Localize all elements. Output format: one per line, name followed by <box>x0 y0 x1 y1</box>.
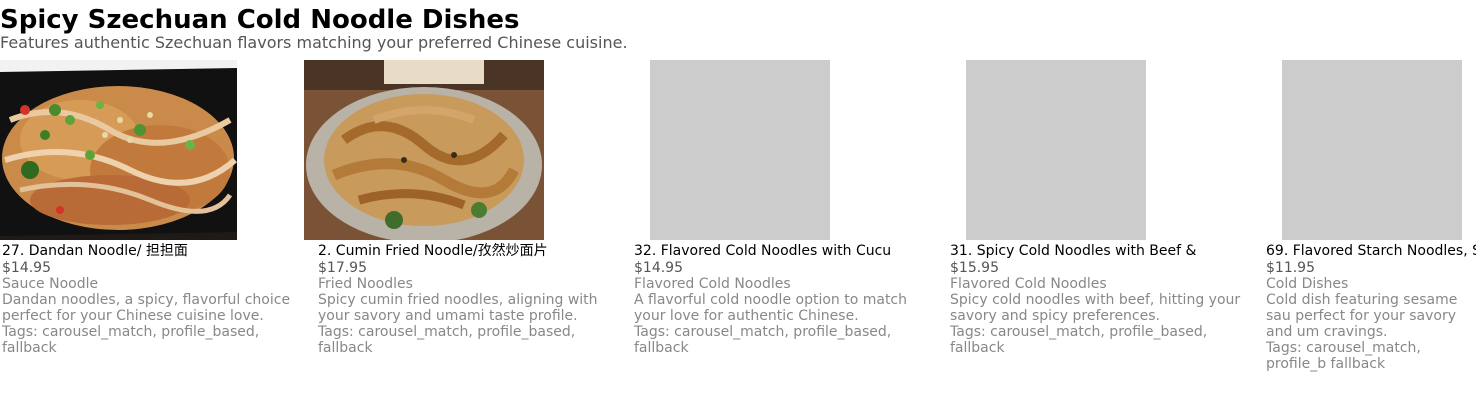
carousel-header: Spicy Szechuan Cold Noodle Dishes Featur… <box>0 4 628 52</box>
dish-name[interactable]: 31. Spicy Cold Noodles with Beef & <box>950 243 1210 260</box>
dish-info: 32. Flavored Cold Noodles with Cucu $14.… <box>634 243 926 356</box>
dish-image-placeholder[interactable] <box>966 60 1146 240</box>
page-title: Spicy Szechuan Cold Noodle Dishes <box>0 5 520 35</box>
dish-tags: Tags: carousel_match, profile_based, fal… <box>318 324 610 356</box>
dish-info: 69. Flavored Starch Noodles, S $11.95 Co… <box>1266 243 1476 372</box>
dish-tags: Tags: carousel_match, profile_based, fal… <box>950 324 1242 356</box>
tags-value: carousel_match, profile_based, fallback <box>634 324 892 356</box>
dish-name[interactable]: 27. Dandan Noodle/ 担担面 <box>2 243 262 260</box>
dish-description: Spicy cumin fried noodles, aligning with… <box>318 292 598 324</box>
dish-description: A flavorful cold noodle option to match … <box>634 292 908 324</box>
page-subtitle: Features authentic Szechuan flavors matc… <box>0 33 628 52</box>
dish-category: Sauce Noodle <box>2 276 99 292</box>
dish-photo[interactable] <box>304 60 544 240</box>
dish-description: Cold dish featuring sesame sau perfect f… <box>1266 292 1458 340</box>
tags-label: Tags: <box>950 324 986 340</box>
dish-category: Flavored Cold Noodles <box>950 276 1107 292</box>
tags-label: Tags: <box>1266 340 1302 356</box>
dish-description: Spicy cold noodles with beef, hitting yo… <box>950 292 1241 324</box>
dish-info: 2. Cumin Fried Noodle/孜然炒面片 $17.95 Fried… <box>318 243 610 356</box>
dish-price: $14.95 <box>634 260 683 276</box>
dish-price: $17.95 <box>318 260 367 276</box>
dish-category: Flavored Cold Noodles <box>634 276 791 292</box>
dish-price: $15.95 <box>950 260 999 276</box>
dish-tags: Tags: carousel_match, profile_based, fal… <box>634 324 926 356</box>
tags-label: Tags: <box>2 324 38 340</box>
dish-name[interactable]: 2. Cumin Fried Noodle/孜然炒面片 <box>318 243 578 260</box>
dish-tags: Tags: carousel_match, profile_b fallback <box>1266 340 1476 372</box>
dish-name[interactable]: 69. Flavored Starch Noodles, S <box>1266 243 1476 260</box>
dish-category: Fried Noodles <box>318 276 413 292</box>
dish-description: Dandan noodles, a spicy, flavorful choic… <box>2 292 291 324</box>
dish-tags: Tags: carousel_match, profile_based, fal… <box>2 324 294 356</box>
dish-photo[interactable] <box>0 60 237 240</box>
dish-info: 27. Dandan Noodle/ 担担面 $14.95 Sauce Nood… <box>2 243 294 356</box>
tags-label: Tags: <box>634 324 670 340</box>
tags-value: carousel_match, profile_based, fallback <box>2 324 260 356</box>
dish-carousel[interactable]: 27. Dandan Noodle/ 担担面 $14.95 Sauce Nood… <box>0 60 1480 400</box>
dish-image-placeholder[interactable] <box>650 60 830 240</box>
dish-info: 31. Spicy Cold Noodles with Beef & $15.9… <box>950 243 1242 356</box>
dish-price: $11.95 <box>1266 260 1315 276</box>
tags-value: carousel_match, profile_based, fallback <box>950 324 1208 356</box>
dish-category: Cold Dishes <box>1266 276 1349 292</box>
dish-name[interactable]: 32. Flavored Cold Noodles with Cucu <box>634 243 894 260</box>
dish-price: $14.95 <box>2 260 51 276</box>
tags-label: Tags: <box>318 324 354 340</box>
dish-image-placeholder[interactable] <box>1282 60 1462 240</box>
tags-value: carousel_match, profile_based, fallback <box>318 324 576 356</box>
